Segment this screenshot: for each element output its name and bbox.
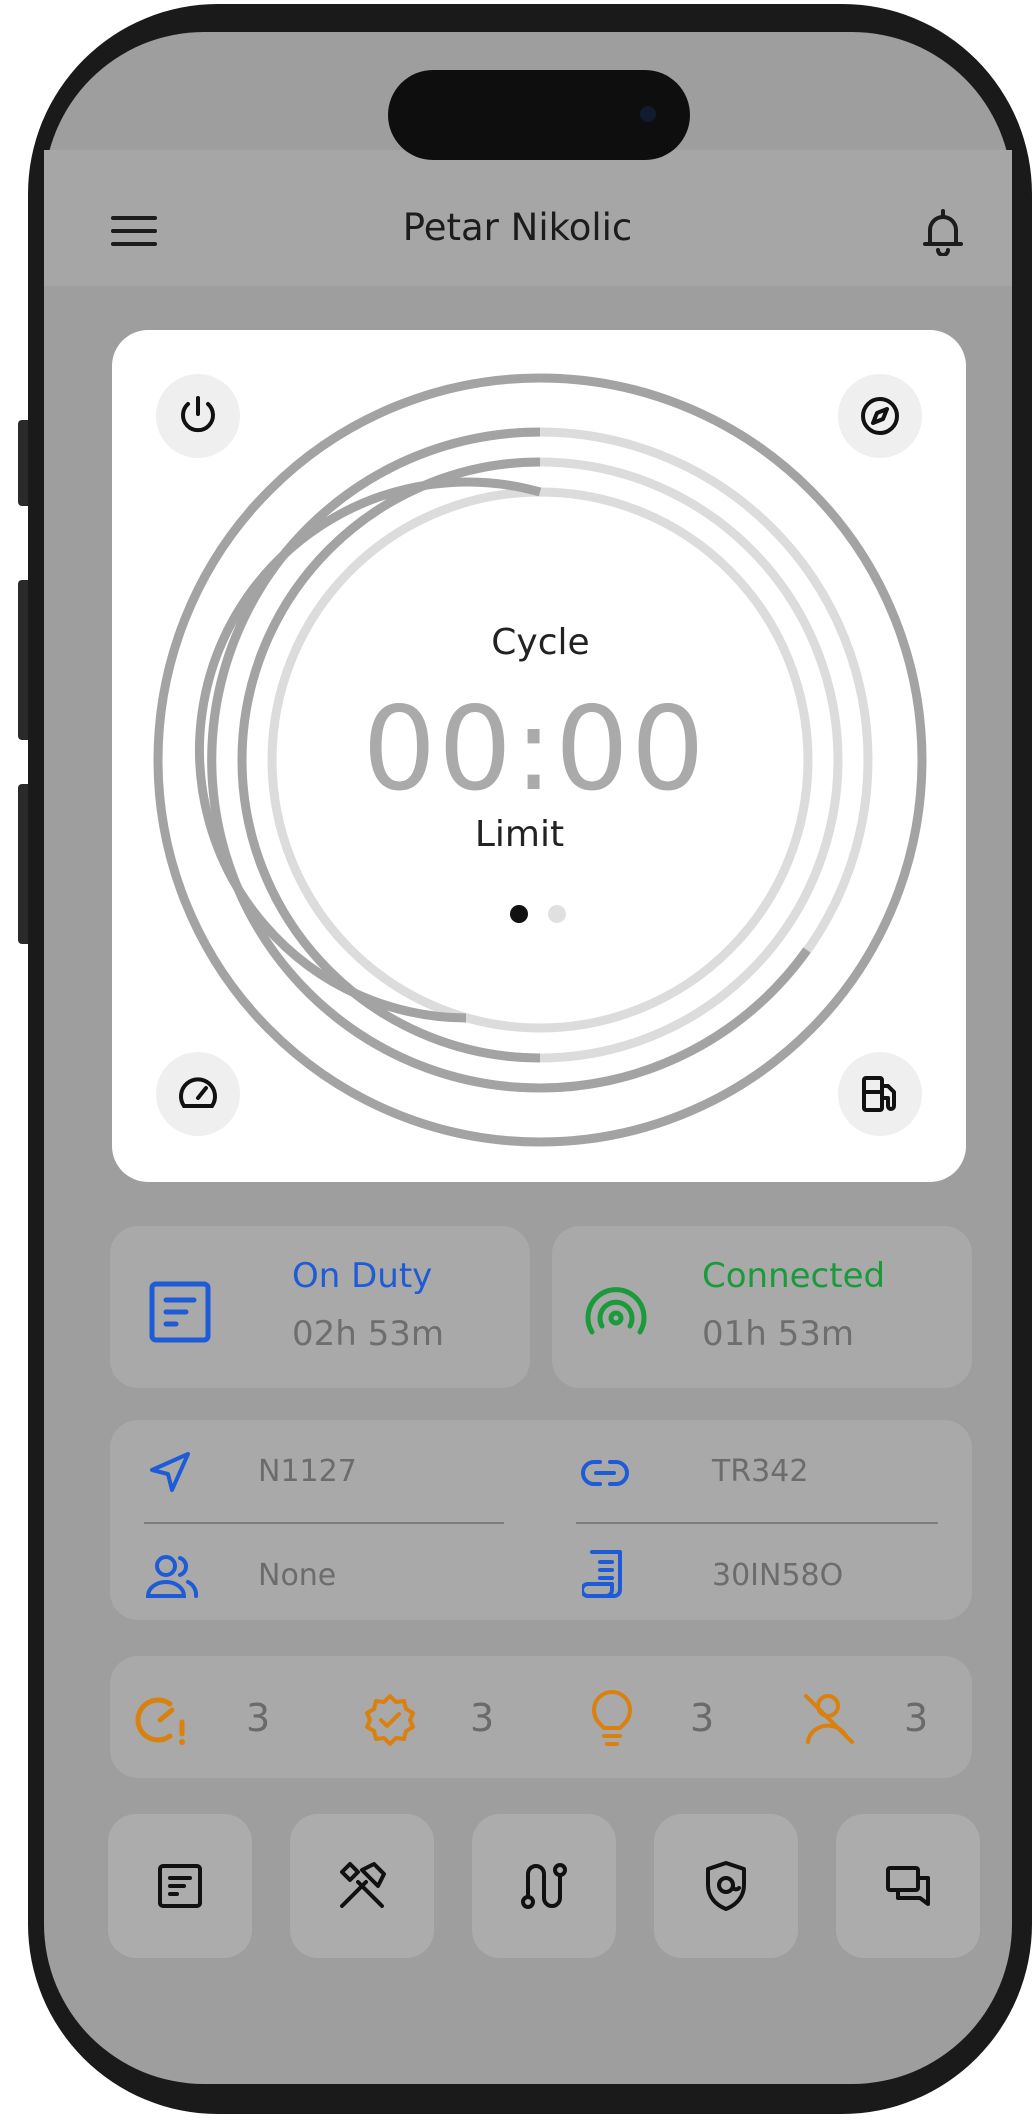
inspection-button[interactable] bbox=[654, 1814, 798, 1958]
clock-alert-count: 3 bbox=[246, 1696, 271, 1740]
divider bbox=[144, 1522, 504, 1524]
connection-status-time: 01h 53m bbox=[702, 1314, 855, 1354]
badge-check-icon[interactable] bbox=[362, 1692, 418, 1748]
divider bbox=[576, 1522, 938, 1524]
connected-signal-icon bbox=[580, 1280, 652, 1352]
compass-button[interactable] bbox=[838, 374, 922, 458]
messages-button[interactable] bbox=[836, 1814, 980, 1958]
power-icon bbox=[181, 396, 215, 433]
limit-label: Limit bbox=[474, 814, 565, 855]
duty-status-title: On Duty bbox=[292, 1256, 433, 1296]
trailer-number: TR342 bbox=[712, 1454, 809, 1489]
user-off-count: 3 bbox=[904, 1696, 929, 1740]
route-button[interactable] bbox=[472, 1814, 616, 1958]
route-icon bbox=[521, 1863, 567, 1909]
vehicle-number: N1127 bbox=[258, 1454, 357, 1489]
speedometer-button[interactable] bbox=[156, 1052, 240, 1136]
badge-check-count: 3 bbox=[470, 1696, 495, 1740]
logs-icon bbox=[158, 1864, 202, 1908]
duty-log-icon bbox=[146, 1278, 214, 1346]
cycle-time: 00:00 bbox=[362, 682, 707, 817]
tools-button[interactable] bbox=[290, 1814, 434, 1958]
logs-button[interactable] bbox=[108, 1814, 252, 1958]
bell-icon[interactable] bbox=[920, 206, 966, 257]
power-button[interactable] bbox=[156, 374, 240, 458]
users-icon bbox=[144, 1554, 200, 1600]
tools-icon bbox=[340, 1862, 386, 1908]
page-dot-active[interactable] bbox=[510, 905, 528, 923]
lightbulb-count: 3 bbox=[690, 1696, 715, 1740]
co-driver-value: None bbox=[258, 1558, 337, 1593]
duty-status-time: 02h 53m bbox=[292, 1314, 445, 1354]
cycle-label: Cycle bbox=[491, 622, 590, 663]
connection-status-title: Connected bbox=[702, 1256, 886, 1296]
user-off-icon[interactable] bbox=[800, 1690, 858, 1748]
shipping-document-value: 30IN58O bbox=[712, 1558, 844, 1593]
navigation-arrow-icon bbox=[148, 1450, 192, 1494]
front-camera bbox=[640, 106, 656, 122]
page-title: Petar Nikolic bbox=[402, 206, 633, 249]
page-dot[interactable] bbox=[548, 905, 566, 923]
clock-alert-icon[interactable] bbox=[132, 1692, 188, 1748]
fuel-pump-icon bbox=[862, 1076, 896, 1112]
messages-icon bbox=[886, 1866, 930, 1906]
lightbulb-icon[interactable] bbox=[590, 1690, 634, 1748]
compass-icon bbox=[861, 397, 899, 435]
fuel-button[interactable] bbox=[838, 1052, 922, 1136]
shield-icon bbox=[706, 1861, 746, 1911]
speedometer-icon bbox=[179, 1077, 217, 1108]
link-icon bbox=[580, 1456, 630, 1490]
shipping-document-icon bbox=[580, 1548, 626, 1602]
